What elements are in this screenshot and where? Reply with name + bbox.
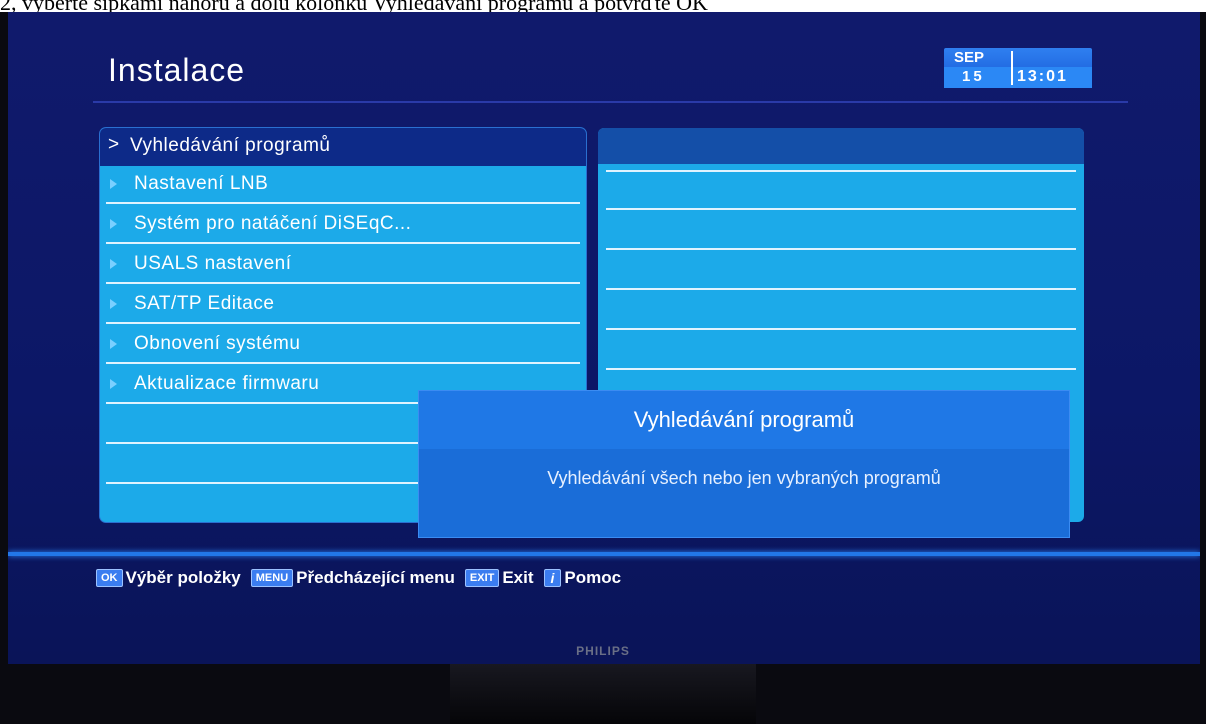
brand-logo: PHILIPS [576, 644, 630, 658]
info-popup: Vyhledávání programů Vyhledávání všech n… [418, 390, 1070, 538]
info-key-icon[interactable]: i [543, 569, 562, 587]
menu-item-label: Systém pro natáčení DiSEqC... [134, 213, 412, 234]
menu-item-obnoveni[interactable]: Obnovení systému [100, 326, 586, 364]
arrow-right-icon [110, 379, 117, 389]
row-divider [606, 368, 1076, 370]
menu-item-vyhledavani[interactable]: > Vyhledávání programů [100, 128, 586, 166]
clock-display: SEP 15 13:01 [944, 48, 1092, 88]
menu-item-label: USALS nastavení [134, 253, 292, 274]
menu-item-diseqc[interactable]: Systém pro natáčení DiSEqC... [100, 206, 586, 244]
menu-item-label: Vyhledávání programů [130, 135, 331, 156]
menu-item-label: Aktualizace firmwaru [134, 373, 320, 394]
row-divider [106, 322, 580, 324]
ok-hint-label: Výběr položky [125, 568, 241, 587]
tv-screen: Instalace SEP 15 13:01 > Vyhledávání pro… [8, 12, 1200, 664]
row-divider [606, 288, 1076, 290]
arrow-right-icon [110, 339, 117, 349]
row-divider [106, 282, 580, 284]
row-divider [606, 328, 1076, 330]
page-title: Instalace [108, 52, 246, 88]
arrow-right-icon [110, 219, 117, 229]
info-hint-label: Pomoc [564, 568, 622, 587]
popup-title: Vyhledávání programů [419, 391, 1069, 449]
row-divider [106, 202, 580, 204]
instruction-caption: 2, vyberte šipkami nahoru a dolů kolonku… [0, 0, 1206, 12]
exit-hint-label: Exit [502, 568, 534, 587]
selection-marker-icon: > [108, 134, 120, 155]
menu-item-lnb[interactable]: Nastavení LNB [100, 166, 586, 204]
menu-item-sat-tp[interactable]: SAT/TP Editace [100, 286, 586, 324]
row-divider [606, 170, 1076, 172]
popup-description: Vyhledávání všech nebo jen vybraných pro… [547, 468, 941, 488]
clock-separator [1011, 51, 1013, 85]
clock-time: 13:01 [1017, 68, 1068, 85]
row-divider [106, 362, 580, 364]
exit-key-icon[interactable]: EXIT [464, 569, 500, 587]
row-divider [106, 242, 580, 244]
clock-day: 15 [962, 68, 985, 85]
tv-stand [450, 664, 756, 724]
menu-hint-label: Předcházející menu [296, 568, 455, 587]
detail-panel-header [598, 128, 1084, 164]
menu-item-usals[interactable]: USALS nastavení [100, 246, 586, 284]
row-divider [606, 248, 1076, 250]
arrow-right-icon [110, 299, 117, 309]
footer-divider [8, 552, 1200, 556]
menu-item-label: SAT/TP Editace [134, 293, 275, 314]
menu-key-icon[interactable]: MENU [250, 569, 294, 587]
arrow-right-icon [110, 179, 117, 189]
ok-key-icon[interactable]: OK [96, 569, 123, 587]
menu-item-label: Nastavení LNB [134, 173, 269, 194]
header-divider [93, 101, 1128, 103]
menu-item-label: Obnovení systému [134, 333, 301, 354]
row-divider [606, 208, 1076, 210]
footer-hints: OK Výběr položky MENU Předcházející menu… [96, 567, 631, 589]
clock-month: SEP [954, 49, 985, 66]
arrow-right-icon [110, 259, 117, 269]
